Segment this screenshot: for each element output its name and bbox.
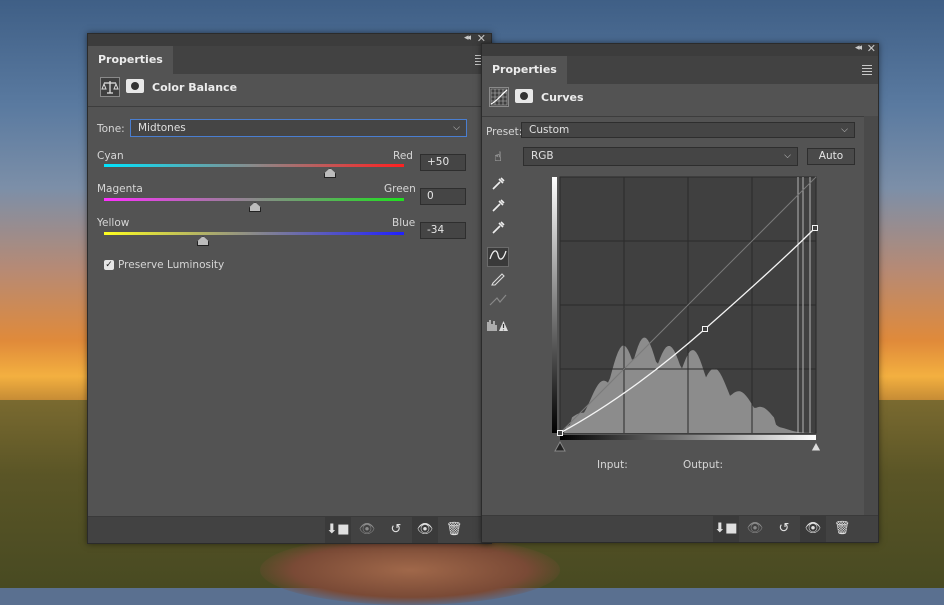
panel-grip[interactable]: ◂◂ ✕ <box>88 32 491 46</box>
preset-select[interactable]: Custom ⌵ <box>521 122 855 138</box>
panel-title: Curves <box>541 91 584 104</box>
yellow-blue-slider[interactable] <box>104 232 404 235</box>
magenta-label: Magenta <box>97 183 143 195</box>
reset-button[interactable]: ↺ <box>383 517 409 543</box>
preserve-luminosity-checkbox[interactable]: ✓ <box>104 260 114 270</box>
magenta-green-slider[interactable] <box>104 198 404 201</box>
tab-properties[interactable]: Properties <box>482 56 567 84</box>
channel-select[interactable]: RGB ⌵ <box>523 147 798 166</box>
black-point-slider <box>554 440 566 452</box>
panel-menu-icon[interactable] <box>862 65 872 77</box>
panel-header: Color Balance <box>88 74 491 107</box>
toggle-visibility-button[interactable]: 👁 <box>800 516 826 542</box>
pencil-icon[interactable] <box>487 270 509 290</box>
delete-button[interactable]: 🗑 <box>441 517 467 543</box>
panel-header: Curves <box>482 84 878 117</box>
gray-point-eyedropper-icon[interactable] <box>487 198 509 218</box>
reset-button[interactable]: ↺ <box>771 516 797 542</box>
edit-points-curve-icon[interactable] <box>487 247 509 267</box>
output-label: Output: <box>683 459 724 471</box>
black-point-eyedropper-icon[interactable] <box>487 176 509 196</box>
curve-control-point <box>812 225 818 231</box>
view-previous-state-button[interactable]: 👁 <box>354 517 380 543</box>
cyan-red-slider[interactable] <box>104 164 404 167</box>
tone-select-value: Midtones <box>138 122 186 134</box>
color-balance-icon[interactable] <box>100 77 120 97</box>
panel-grip[interactable]: ◂◂ ✕ <box>482 42 878 56</box>
curves-icon[interactable] <box>489 87 509 107</box>
delete-button[interactable]: 🗑 <box>829 516 855 542</box>
tone-label: Tone: <box>97 123 125 135</box>
yellow-blue-value[interactable]: -34 <box>420 222 466 239</box>
tab-bar: Properties <box>482 56 878 84</box>
curve-control-point <box>702 326 708 332</box>
panel-scrollbar[interactable] <box>864 116 878 516</box>
panel-footer: ⬇■ 👁 ↺ 👁 🗑 <box>88 516 491 543</box>
blue-label: Blue <box>392 217 416 229</box>
green-label: Green <box>384 183 416 195</box>
layer-mask-icon[interactable] <box>515 89 533 103</box>
input-label: Input: <box>597 459 628 471</box>
panel-footer: ⬇■ 👁 ↺ 👁 🗑 <box>482 515 878 542</box>
cyan-label: Cyan <box>97 150 124 162</box>
preserve-luminosity-label: Preserve Luminosity <box>118 259 225 271</box>
curves-graph[interactable] <box>552 175 820 455</box>
background-cow <box>260 535 560 605</box>
white-point-eyedropper-icon[interactable] <box>487 220 509 240</box>
white-point-slider <box>810 440 820 452</box>
layer-mask-icon[interactable] <box>126 79 144 93</box>
toggle-visibility-button[interactable]: 👁 <box>412 517 438 543</box>
panel-title: Color Balance <box>152 81 238 94</box>
output-gradient-bar <box>552 177 557 433</box>
chevron-down-icon: ⌵ <box>784 151 791 161</box>
chevron-down-icon: ⌵ <box>453 123 460 133</box>
targeted-adjustment-icon[interactable]: ☝ <box>487 148 509 168</box>
curves-panel: ◂◂ ✕ Properties Curves Preset: Custom ⌵ … <box>481 42 879 543</box>
preset-label: Preset: <box>486 126 523 138</box>
red-label: Red <box>393 150 413 162</box>
preset-select-value: Custom <box>529 124 570 136</box>
curve-control-point <box>557 430 563 436</box>
collapse-icon[interactable]: ◂◂ <box>464 33 471 43</box>
tab-bar: Properties <box>88 46 491 74</box>
auto-button[interactable]: Auto <box>807 148 855 165</box>
clip-to-layer-button[interactable]: ⬇■ <box>325 517 351 543</box>
chevron-down-icon: ⌵ <box>841 125 848 135</box>
close-icon[interactable]: ✕ <box>867 42 876 55</box>
magenta-green-value[interactable]: 0 <box>420 188 466 205</box>
tone-select[interactable]: Midtones ⌵ <box>130 119 467 137</box>
tab-properties[interactable]: Properties <box>88 46 173 74</box>
input-gradient-bar <box>560 435 816 440</box>
view-previous-state-button[interactable]: 👁 <box>742 516 768 542</box>
cyan-red-value[interactable]: +50 <box>420 154 466 171</box>
clip-to-layer-button[interactable]: ⬇■ <box>713 516 739 542</box>
yellow-label: Yellow <box>97 217 130 229</box>
color-balance-panel: ◂◂ ✕ Properties Color Balance Tone: Midt… <box>87 32 492 544</box>
smooth-curve-icon[interactable] <box>487 293 509 313</box>
clipping-warning-icon[interactable] <box>487 318 509 338</box>
collapse-icon[interactable]: ◂◂ <box>855 43 862 53</box>
channel-select-value: RGB <box>531 150 554 162</box>
